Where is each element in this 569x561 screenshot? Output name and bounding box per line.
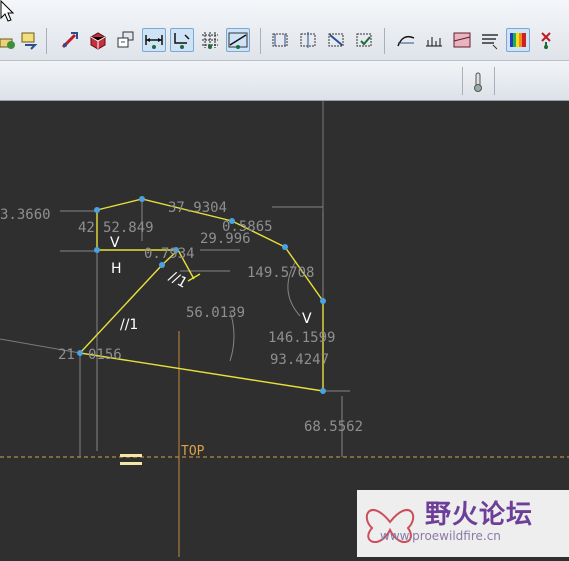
saved-view-icon[interactable]	[114, 28, 138, 52]
sketch-graphics: 3.3660 42 52.849 37.9304 29.996 0.5865 0…	[0, 101, 569, 557]
watermark-url: www.proewildfire.cn	[380, 529, 501, 543]
repaint-icon[interactable]	[58, 28, 82, 52]
dimension-display-icon[interactable]	[142, 28, 166, 52]
datum-axis-icon[interactable]	[296, 28, 320, 52]
close-sketch-icon[interactable]	[534, 28, 558, 52]
dim-label[interactable]: 68.5562	[304, 419, 363, 435]
dim-label[interactable]: 3.3660	[0, 207, 51, 223]
dim-label[interactable]: 0.7934	[144, 246, 195, 262]
datum-plane-icon[interactable]	[268, 28, 292, 52]
analysis-curvature-icon[interactable]	[394, 28, 418, 52]
datum-csys-icon[interactable]	[352, 28, 376, 52]
vertical-constraint[interactable]: V	[110, 235, 120, 251]
dim-label[interactable]: 0.5865	[222, 219, 273, 235]
dim-label[interactable]: 21	[58, 347, 75, 363]
top-datum-label: TOP	[181, 444, 205, 459]
grid-display-icon[interactable]	[198, 28, 222, 52]
top-toolbar	[0, 0, 569, 61]
mouse-cursor-icon	[0, 0, 14, 22]
sketch-canvas[interactable]: 3.3660 42 52.849 37.9304 29.996 0.5865 0…	[0, 101, 569, 557]
datum-point-icon[interactable]	[324, 28, 348, 52]
dim-label[interactable]: 149.5708	[247, 265, 314, 281]
dim-label[interactable]: 56.0139	[186, 305, 245, 321]
analysis-section-icon[interactable]	[422, 28, 446, 52]
sketch-display-icon[interactable]	[0, 28, 20, 52]
shade-icon[interactable]	[86, 28, 110, 52]
view-orient-icon[interactable]	[18, 28, 42, 52]
spectrum-icon[interactable]	[506, 28, 530, 52]
parallel-constraint[interactable]: //1	[120, 317, 138, 333]
equal-constraint-marker[interactable]	[120, 454, 142, 465]
watermark-title: 野火论坛	[425, 500, 534, 530]
dim-label[interactable]: 42	[78, 220, 95, 236]
horizontal-constraint[interactable]: H	[111, 261, 122, 277]
dim-label[interactable]: 52.849	[103, 220, 154, 236]
overlap-icon[interactable]	[478, 28, 502, 52]
dim-label[interactable]: 37.9304	[168, 200, 227, 216]
dim-label[interactable]: 146.1599	[268, 330, 335, 346]
analysis-color-icon[interactable]	[450, 28, 474, 52]
butterfly-logo	[365, 509, 415, 543]
dim-label[interactable]: 0156	[88, 347, 122, 363]
constraint-display-icon[interactable]	[170, 28, 194, 52]
parallel-constraint[interactable]: //1	[166, 269, 190, 292]
thermometer-icon[interactable]	[470, 71, 486, 93]
secondary-toolbar	[0, 61, 569, 101]
vertical-constraint[interactable]: V	[302, 311, 312, 327]
dim-label[interactable]: 93.4247	[270, 352, 329, 368]
vertex-display-icon[interactable]	[226, 28, 250, 52]
